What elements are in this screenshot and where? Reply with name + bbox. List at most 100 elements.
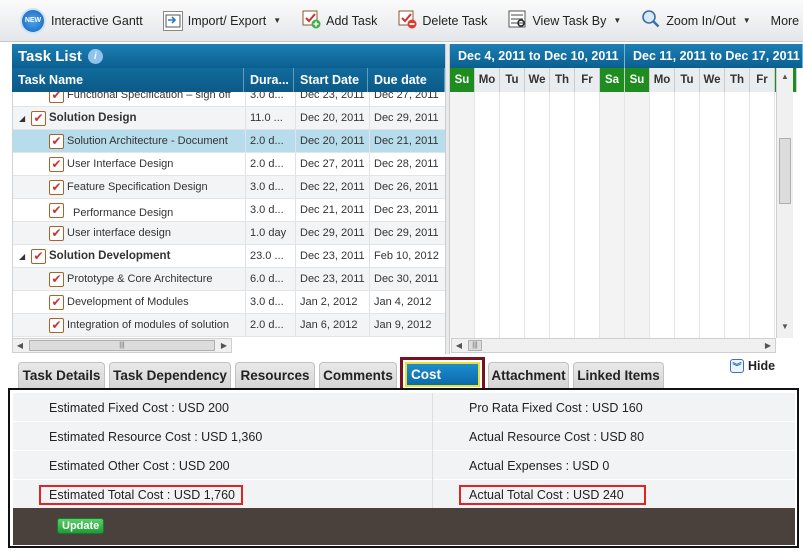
gantt-column: [650, 92, 675, 338]
table-row[interactable]: ✔ User Interface Design 2.0 d... Dec 27,…: [13, 153, 445, 176]
new-badge-icon: NEW: [20, 7, 46, 34]
tab-task-details[interactable]: Task Details: [18, 362, 105, 388]
scroll-right-icon[interactable]: ▶: [761, 339, 775, 352]
tab-resources[interactable]: Resources: [235, 362, 315, 388]
scroll-down-icon[interactable]: ▼: [778, 320, 792, 333]
table-row[interactable]: ✔ Solution Architecture - Document 2.0 d…: [13, 130, 445, 153]
task-due-date: Dec 28, 2011: [369, 153, 445, 175]
task-duration: 23.0 ...: [245, 245, 295, 267]
task-icon: ✔: [49, 156, 64, 172]
tab-cost[interactable]: Cost: [400, 357, 485, 392]
view-task-icon: [507, 9, 527, 32]
column-header-duration[interactable]: Dura...: [244, 68, 294, 92]
gantt-day-thursday: Th: [550, 68, 575, 92]
table-row[interactable]: ✔ Feature Specification Design 3.0 d... …: [13, 176, 445, 199]
delete-task-button[interactable]: Delete Task: [391, 5, 493, 37]
hide-details-button[interactable]: ︾ Hide: [730, 359, 775, 373]
hide-label: Hide: [748, 359, 776, 373]
gantt-day-saturday: Sa: [600, 68, 625, 92]
task-due-date: Jan 4, 2012: [369, 291, 445, 313]
scroll-right-icon[interactable]: ▶: [217, 339, 231, 352]
column-header-start-date[interactable]: Start Date: [294, 68, 368, 92]
info-icon[interactable]: i: [87, 48, 103, 64]
table-row[interactable]: ✔ User interface design 1.0 day Dec 29, …: [13, 222, 445, 245]
gantt-vertical-scrollbar[interactable]: ▲ ▼: [776, 68, 793, 338]
table-row[interactable]: ✔ Integration of modules of solution 2.0…: [13, 314, 445, 337]
scroll-left-icon[interactable]: ◀: [13, 339, 27, 352]
pro-rata-fixed-cost: Pro Rata Fixed Cost : USD 160: [469, 400, 643, 415]
more-label: More: [770, 13, 800, 28]
collapse-triangle-icon[interactable]: ◢: [19, 252, 31, 261]
task-duration: 3.0 d...: [245, 92, 295, 106]
task-duration: 2.0 d...: [245, 314, 295, 336]
task-list-header: Task List i: [12, 44, 445, 68]
import-export-label: Import/ Export: [187, 13, 267, 28]
import-export-button[interactable]: Import/ Export ▼: [157, 5, 287, 37]
table-row[interactable]: ◢ ✔ Solution Development 23.0 ... Dec 23…: [13, 245, 445, 268]
task-icon: ✔: [49, 317, 64, 333]
task-icon: ✔: [49, 225, 64, 241]
gantt-day-thursday: Th: [725, 68, 750, 92]
view-task-by-label: View Task By: [532, 13, 607, 28]
caret-down-icon: ▼: [613, 16, 622, 25]
task-name: Solution Development: [49, 250, 171, 262]
cost-row: Estimated Other Cost : USD 200 Actual Ex…: [13, 451, 795, 480]
task-name: Solution Design: [49, 112, 137, 124]
scroll-thumb[interactable]: |||: [468, 340, 482, 351]
task-list-rows: ✔ Functional Specification – sign off 3.…: [12, 92, 445, 338]
task-icon: ✔: [49, 92, 64, 103]
task-duration: 3.0 d...: [245, 176, 295, 198]
column-header-task-name[interactable]: Task Name: [12, 68, 244, 92]
task-due-date: Dec 27, 2011: [369, 92, 445, 106]
cost-panel: Estimated Fixed Cost : USD 200 Pro Rata …: [8, 388, 799, 548]
scroll-up-icon[interactable]: ▲: [778, 70, 792, 83]
task-due-date: Dec 26, 2011: [369, 176, 445, 198]
gantt-horizontal-scrollbar[interactable]: ◀ ||| ▶: [451, 338, 776, 353]
task-list-horizontal-scrollbar[interactable]: ◀ ||| ▶: [12, 338, 232, 353]
zoom-in-out-label: Zoom In/Out: [666, 13, 736, 28]
collapse-triangle-icon[interactable]: ◢: [19, 114, 31, 123]
task-due-date: Dec 29, 2011: [369, 107, 445, 129]
tab-cost-label: Cost: [405, 362, 480, 387]
task-icon: ✔: [49, 133, 64, 149]
tab-linked-items[interactable]: Linked Items: [573, 362, 664, 388]
scroll-left-icon[interactable]: ◀: [452, 339, 466, 352]
gantt-column: [725, 92, 750, 338]
estimated-resource-cost: Estimated Resource Cost : USD 1,360: [13, 422, 433, 451]
gantt-week-header: Dec 11, 2011 to Dec 17, 2011: [625, 44, 803, 68]
task-name: Development of Modules: [67, 296, 189, 308]
gantt-column: [500, 92, 525, 338]
task-duration: 2.0 d...: [245, 130, 295, 152]
cost-row: Estimated Fixed Cost : USD 200 Pro Rata …: [13, 393, 795, 422]
caret-down-icon: ▼: [273, 16, 282, 25]
view-task-by-button[interactable]: View Task By ▼: [501, 5, 627, 37]
task-icon: ✔: [49, 294, 64, 310]
task-name: Solution Architecture - Document: [67, 135, 228, 147]
gantt-column: [700, 92, 725, 338]
gantt-column: [525, 92, 550, 338]
task-name: Integration of modules of solution: [67, 319, 230, 331]
gantt-column: [750, 92, 775, 338]
table-row[interactable]: ✔ Prototype & Core Architecture 6.0 d...…: [13, 268, 445, 291]
add-task-button[interactable]: Add Task: [295, 5, 383, 37]
more-button[interactable]: More ▼: [765, 5, 803, 37]
tab-task-dependency[interactable]: Task Dependency: [109, 362, 231, 388]
table-row[interactable]: ✔ Functional Specification – sign off 3.…: [13, 92, 445, 107]
task-due-date: Dec 21, 2011: [369, 130, 445, 152]
task-duration: 11.0 ...: [245, 107, 295, 129]
gantt-day-tuesday: Tu: [675, 68, 700, 92]
tab-attachment[interactable]: Attachment: [488, 362, 569, 388]
table-row[interactable]: ✔ Development of Modules 3.0 d... Jan 2,…: [13, 291, 445, 314]
column-header-due-date[interactable]: Due date: [368, 68, 445, 92]
table-row[interactable]: ◢ ✔ Solution Design 11.0 ... Dec 20, 201…: [13, 107, 445, 130]
scroll-thumb[interactable]: [779, 138, 791, 204]
actual-total-cost: Actual Total Cost : USD 240: [459, 484, 646, 505]
table-row[interactable]: ✔ Performance Design 3.0 d... Dec 21, 20…: [13, 199, 445, 222]
interactive-gantt-button[interactable]: NEW Interactive Gantt: [14, 5, 149, 37]
tab-comments[interactable]: Comments: [319, 362, 397, 388]
task-due-date: Jan 9, 2012: [369, 314, 445, 336]
estimated-total-cost: Estimated Total Cost : USD 1,760: [39, 484, 243, 505]
zoom-in-out-button[interactable]: Zoom In/Out ▼: [635, 5, 756, 37]
scroll-thumb[interactable]: |||: [29, 340, 215, 351]
update-button[interactable]: Update: [57, 518, 105, 534]
